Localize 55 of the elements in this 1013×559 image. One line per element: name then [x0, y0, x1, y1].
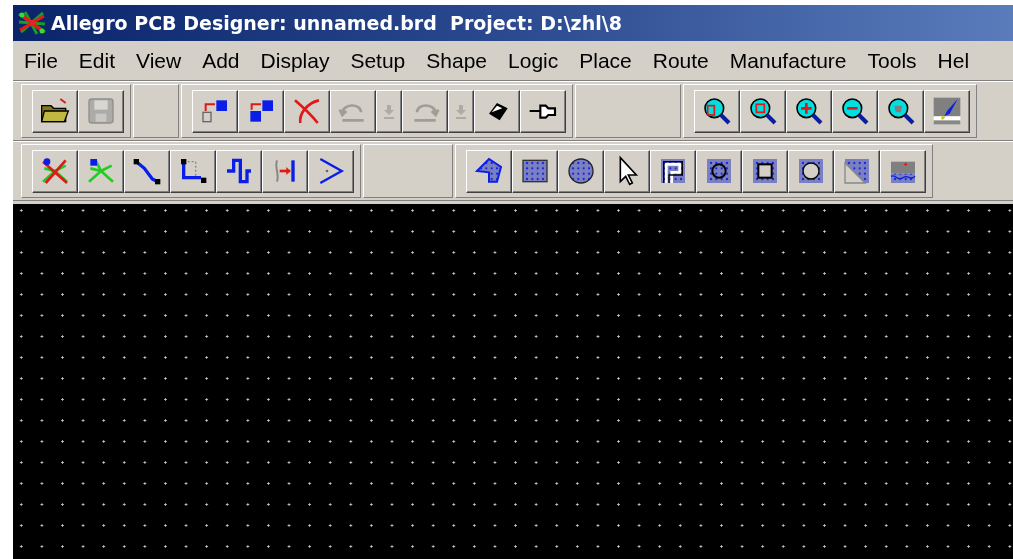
app-logo-icon [17, 10, 47, 36]
menu-item[interactable]: Setup [345, 44, 419, 77]
menu-item[interactable]: Edit [73, 44, 129, 77]
shape-circle-icon [565, 155, 597, 187]
toolbar-button[interactable] [742, 149, 788, 193]
toolbar-button[interactable] [466, 149, 512, 193]
toolbar-button[interactable] [520, 89, 566, 133]
zoom-in-icon [793, 95, 825, 127]
toolbar-button[interactable] [192, 89, 238, 133]
paint-brush-icon [931, 95, 963, 127]
toolbar-button[interactable] [284, 89, 330, 133]
ratsnest-delete-icon [39, 155, 71, 187]
menu-item[interactable]: Route [647, 44, 722, 77]
menu-item[interactable]: Shape [421, 44, 501, 77]
toolbar-button[interactable] [832, 89, 878, 133]
window-title: Allegro PCB Designer: unnamed.brd Project: D:\zhl\8 [51, 10, 622, 36]
zoom-out-icon [839, 95, 871, 127]
menu-item[interactable]: Hel [932, 44, 983, 77]
toolbar-button[interactable] [262, 149, 308, 193]
toolbar-button[interactable] [788, 149, 834, 193]
toolbar-button[interactable] [512, 149, 558, 193]
toolbar-button[interactable] [880, 149, 926, 193]
toolbar-button[interactable] [650, 149, 696, 193]
arrow-icon [454, 102, 468, 120]
menu-item[interactable]: File [19, 44, 71, 77]
toolbar-button[interactable] [924, 89, 970, 133]
toolbar-button[interactable] [308, 149, 354, 193]
toolbar-button[interactable] [32, 89, 78, 133]
toolbar-button[interactable] [740, 89, 786, 133]
zoom-window-icon [701, 95, 733, 127]
toolbar-button[interactable] [474, 89, 520, 133]
zoom-previous-icon [885, 95, 917, 127]
toolbar-button[interactable] [558, 149, 604, 193]
toolbar-button[interactable] [878, 89, 924, 133]
menu-item[interactable]: Add [197, 44, 253, 77]
zoom-fit-icon [747, 95, 779, 127]
menu-item[interactable]: Display [255, 44, 343, 77]
menu-item[interactable]: Place [574, 44, 645, 77]
toolbar-button[interactable] [170, 149, 216, 193]
toolbar-button[interactable] [216, 149, 262, 193]
toolbar-button[interactable] [604, 149, 650, 193]
toolbar-button[interactable] [238, 89, 284, 133]
toolbar-button[interactable] [696, 149, 742, 193]
toolbar-button[interactable] [694, 89, 740, 133]
toolbar-button[interactable] [32, 149, 78, 193]
toolbar-button[interactable] [124, 149, 170, 193]
toolbar-button[interactable] [786, 89, 832, 133]
menu-item[interactable]: Logic [503, 44, 572, 77]
toolbar-button[interactable] [834, 149, 880, 193]
menu-item[interactable]: Tools [862, 44, 930, 77]
arrow-icon [382, 102, 396, 120]
toolbar-button[interactable] [78, 149, 124, 193]
empty-toolbar [133, 84, 179, 138]
menu-item[interactable]: Manufacture [724, 44, 860, 77]
menu-item[interactable]: View [131, 44, 195, 77]
